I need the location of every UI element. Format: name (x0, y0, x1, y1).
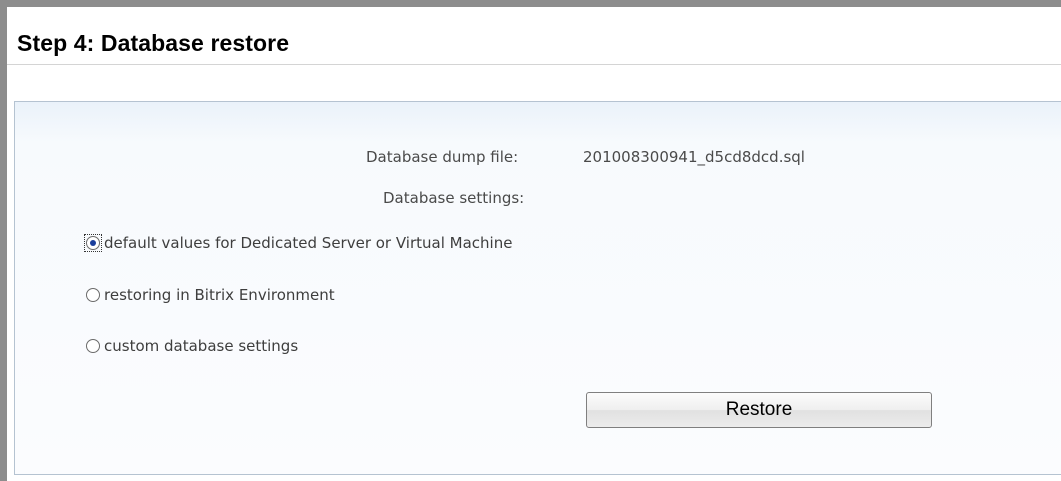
option-custom-settings[interactable]: custom database settings (86, 337, 298, 355)
option-default-values[interactable]: default values for Dedicated Server or V… (84, 234, 513, 252)
window-frame-top (0, 0, 1061, 7)
restore-button[interactable]: Restore (586, 392, 932, 428)
option-default-values-label: default values for Dedicated Server or V… (104, 234, 513, 252)
window-frame-left (0, 0, 7, 481)
radio-bitrix-environment[interactable] (86, 288, 100, 302)
dump-file-label: Database dump file: (366, 148, 519, 166)
page-title: Step 4: Database restore (17, 30, 290, 56)
option-bitrix-environment[interactable]: restoring in Bitrix Environment (86, 286, 335, 304)
dump-file-value: 201008300941_d5cd8dcd.sql (583, 148, 805, 166)
option-custom-settings-label: custom database settings (104, 337, 299, 355)
db-settings-label: Database settings: (383, 189, 525, 207)
option-bitrix-environment-label: restoring in Bitrix Environment (104, 286, 335, 304)
radio-custom-settings[interactable] (86, 339, 100, 353)
radio-default-values[interactable] (84, 234, 102, 252)
title-divider (7, 64, 1061, 65)
